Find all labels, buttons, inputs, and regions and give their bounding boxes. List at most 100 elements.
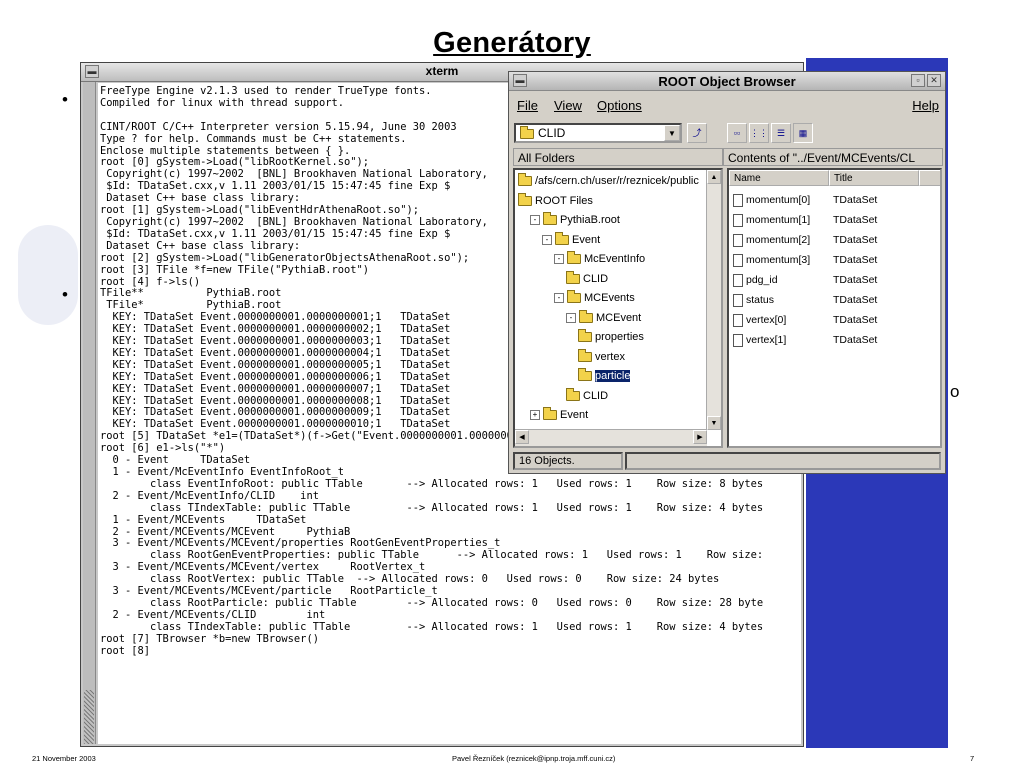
list-item[interactable]: momentum[1] TDataSet [733, 212, 938, 228]
scroll-right-icon[interactable]: ▶ [693, 430, 707, 444]
tree-item[interactable]: /afs/cern.ch/user/r/reznicek/public [518, 173, 699, 188]
list-item[interactable]: momentum[2] TDataSet [733, 232, 938, 248]
tree-item[interactable]: ROOT Files [518, 192, 593, 208]
item-name: momentum[3] [746, 254, 811, 266]
tree-item[interactable]: - McEventInfo [554, 251, 646, 266]
expand-icon[interactable]: + [530, 410, 540, 421]
tree-horizontal-scrollbar[interactable]: ◀ ▶ [515, 429, 707, 446]
menu-help[interactable]: Help [912, 98, 939, 113]
tree-item-label: CLID [583, 389, 609, 402]
browser-title: ROOT Object Browser [658, 74, 796, 89]
side-text: o [950, 382, 960, 401]
menu-options[interactable]: Options [597, 98, 642, 113]
list-item[interactable]: momentum[0] TDataSet [733, 192, 938, 208]
list-item[interactable]: vertex[0] TDataSet [733, 312, 938, 328]
decorative-shape [18, 225, 78, 325]
document-icon [733, 273, 743, 287]
tree-item-label: particle [595, 370, 631, 382]
column-name-header[interactable]: Name [729, 170, 829, 186]
location-combo[interactable]: CLID ▼ [514, 123, 682, 143]
slide-title: Generátory [433, 27, 591, 59]
tree-item-label: McEventInfo [584, 253, 646, 265]
tree-item[interactable]: vertex [578, 348, 625, 364]
folder-icon [578, 348, 592, 362]
tree-item[interactable]: + Event [530, 407, 589, 422]
minimize-icon[interactable]: ▫ [911, 74, 925, 87]
menu-file-label: File [517, 98, 538, 113]
footer-page-number: 7 [970, 754, 975, 763]
item-name: momentum[2] [746, 234, 811, 246]
tree-item-label: Event [560, 409, 589, 421]
document-icon [733, 193, 743, 207]
tree-item[interactable]: - MCEvents [554, 290, 635, 305]
list-item[interactable]: status TDataSet [733, 292, 938, 308]
document-icon [733, 293, 743, 307]
menu-view[interactable]: View [554, 98, 582, 113]
footer-author: Pavel Řezníček (reznicek@ipnp.troja.mff.… [452, 754, 616, 763]
folder-icon [520, 126, 534, 139]
item-name: momentum[0] [746, 194, 811, 206]
column-title-header[interactable]: Title [829, 170, 919, 186]
item-name: pdg_id [746, 274, 778, 286]
tree-item-label: ROOT Files [535, 194, 593, 207]
tree-item-label: CLID [583, 272, 609, 285]
scroll-up-icon[interactable]: ▲ [707, 170, 721, 184]
tree-item[interactable]: - PythiaB.root [530, 212, 620, 227]
item-title: TDataSet [833, 194, 878, 206]
folder-icon [567, 251, 581, 265]
all-folders-header: All Folders [513, 148, 723, 166]
menu-file[interactable]: File [517, 98, 538, 113]
collapse-icon[interactable]: - [554, 293, 564, 304]
menu-bar: File View Options Help [509, 94, 945, 116]
menu-options-label: Options [597, 98, 642, 113]
close-icon[interactable]: ✕ [927, 74, 941, 87]
contents-list[interactable]: Name Title momentum[0] TDataSet momentum[1… [727, 168, 942, 448]
list-item[interactable]: momentum[3] TDataSet [733, 252, 938, 268]
scroll-down-icon[interactable]: ▼ [707, 416, 721, 430]
tree-item[interactable]: particle [578, 368, 631, 383]
collapse-icon[interactable]: - [542, 234, 552, 245]
scroll-left-icon[interactable]: ◀ [515, 430, 529, 444]
chevron-down-icon[interactable]: ▼ [664, 125, 680, 141]
footer-date: 21 November 2003 [32, 754, 96, 763]
status-bar-extra [625, 452, 941, 470]
tree-item[interactable]: CLID [566, 387, 609, 403]
document-icon [733, 233, 743, 247]
browser-titlebar[interactable]: ▬ ROOT Object Browser ▫ ✕ [509, 72, 945, 91]
list-item[interactable]: vertex[1] TDataSet [733, 332, 938, 348]
collapse-icon[interactable]: - [554, 254, 564, 265]
folder-tree[interactable]: /afs/cern.ch/user/r/reznicek/public ROOT … [513, 168, 723, 448]
list-view-button[interactable]: ☰ [771, 123, 791, 143]
tree-item-label: MCEvent [596, 311, 642, 324]
up-folder-button[interactable]: ⤴ [687, 123, 707, 143]
large-icons-button[interactable]: ▫▫ [727, 123, 747, 143]
root-object-browser-window[interactable]: ▬ ROOT Object Browser ▫ ✕ File View Opti… [508, 71, 946, 474]
tree-item-label: properties [595, 331, 644, 343]
folder-icon [566, 270, 580, 284]
column-extra-header[interactable] [919, 170, 940, 186]
tree-item-label: vertex [595, 350, 625, 363]
document-icon [733, 213, 743, 227]
list-item[interactable]: pdg_id TDataSet [733, 272, 938, 288]
item-title: TDataSet [833, 254, 878, 266]
tree-item[interactable]: - Event [542, 231, 600, 247]
xterm-scrollbar[interactable] [83, 82, 96, 744]
tree-vertical-scrollbar[interactable]: ▲ ▼ [706, 170, 721, 430]
small-icons-button[interactable]: ⋮⋮ [749, 123, 769, 143]
xterm-scroll-thumb[interactable] [84, 690, 94, 744]
document-icon [733, 253, 743, 267]
tree-item[interactable]: properties [578, 329, 644, 344]
item-title: TDataSet [833, 334, 878, 346]
tree-item[interactable]: - MCEvent [566, 309, 642, 325]
item-title: TDataSet [833, 274, 878, 286]
collapse-icon[interactable]: - [566, 312, 576, 323]
tree-item[interactable]: CLID [566, 270, 609, 286]
location-combo-value: CLID [538, 126, 566, 140]
details-view-button[interactable]: ▦ [793, 123, 813, 143]
folder-icon [579, 309, 593, 323]
item-title: TDataSet [833, 214, 878, 226]
folder-icon [566, 387, 580, 401]
tree-item-label: PythiaB.root [560, 214, 620, 226]
collapse-icon[interactable]: - [530, 215, 540, 226]
tree-item-label: /afs/cern.ch/user/r/reznicek/public [535, 175, 699, 187]
